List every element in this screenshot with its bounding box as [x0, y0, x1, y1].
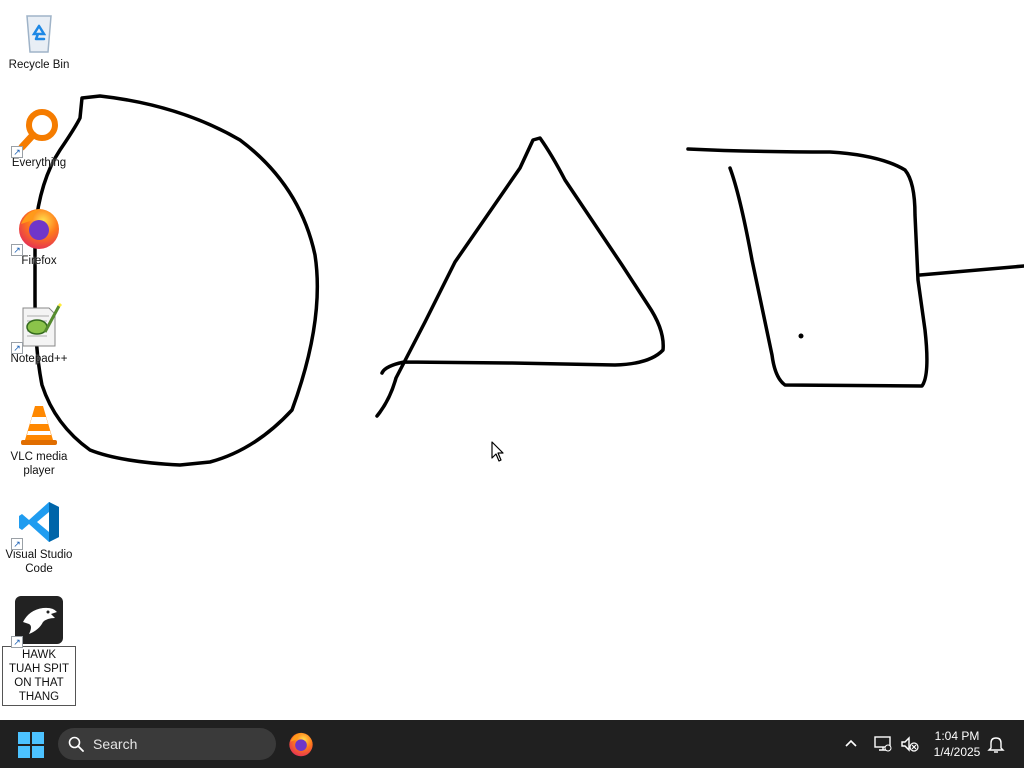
shortcut-arrow-icon: ↗	[11, 146, 23, 158]
clock-time: 1:04 PM	[934, 729, 980, 743]
search-icon	[68, 736, 84, 752]
desktop-icon-label: Notepad++	[10, 353, 68, 365]
taskbar: Search 1:04 PM 1/4/2025	[0, 720, 1024, 768]
desktop-icon-label: Recycle Bin	[8, 59, 70, 71]
desktop-icon-label: HAWK TUAH SPIT ON THAT THANG	[2, 646, 76, 706]
desktop-icon-label: Visual Studio Code	[5, 549, 73, 575]
everything-search-icon: ↗	[11, 106, 63, 158]
desktop-icon-vlc[interactable]: VLC media player	[2, 400, 76, 478]
mouse-cursor-icon	[491, 441, 504, 462]
taskbar-search-box[interactable]: Search	[58, 728, 276, 760]
volume-muted-icon[interactable]	[899, 734, 919, 754]
shortcut-arrow-icon: ↗	[11, 244, 23, 256]
drawn-triangle	[375, 136, 665, 418]
shortcut-arrow-icon: ↗	[11, 636, 23, 648]
taskbar-clock[interactable]: 1:04 PM 1/4/2025	[925, 728, 989, 760]
desktop-icon-everything[interactable]: ↗ Everything	[2, 106, 76, 170]
drawn-line	[918, 264, 1024, 277]
desktop-icon-label: VLC media player	[10, 451, 68, 477]
shortcut-arrow-icon: ↗	[11, 538, 23, 550]
shortcut-arrow-icon: ↗	[11, 342, 23, 354]
chevron-up-icon[interactable]	[843, 735, 859, 751]
drawn-dot	[798, 333, 804, 339]
search-label: Search	[93, 736, 138, 752]
windows-start-icon[interactable]	[18, 732, 44, 758]
desktop-icon-label: Firefox	[21, 255, 57, 267]
drawn-circle	[33, 94, 320, 467]
hawk-app-icon: ↗	[11, 596, 63, 648]
drawn-square	[686, 147, 929, 388]
recycle-bin-icon	[15, 8, 63, 56]
desktop-icon-label: Everything	[11, 157, 67, 169]
drawing-canvas[interactable]	[0, 0, 1024, 720]
desktop-icon-firefox[interactable]: ↗ Firefox	[2, 204, 76, 268]
desktop-icon-vscode[interactable]: ↗ Visual Studio Code	[2, 498, 76, 576]
desktop-icon-recycle-bin[interactable]: Recycle Bin	[2, 8, 76, 72]
notification-bell-icon[interactable]	[987, 734, 1005, 754]
vscode-icon: ↗	[11, 498, 63, 550]
clock-date: 1/4/2025	[933, 745, 981, 759]
firefox-icon: ↗	[11, 204, 63, 256]
desktop-icon-notepad-plus-plus[interactable]: ↗ Notepad++	[2, 302, 76, 366]
network-icon[interactable]	[873, 734, 893, 754]
firefox-icon[interactable]	[287, 730, 315, 758]
vlc-cone-icon	[15, 400, 63, 448]
notepad-plus-plus-icon: ↗	[11, 302, 63, 354]
desktop-icon-hawk-tuah[interactable]: ↗ HAWK TUAH SPIT ON THAT THANG	[2, 596, 76, 706]
